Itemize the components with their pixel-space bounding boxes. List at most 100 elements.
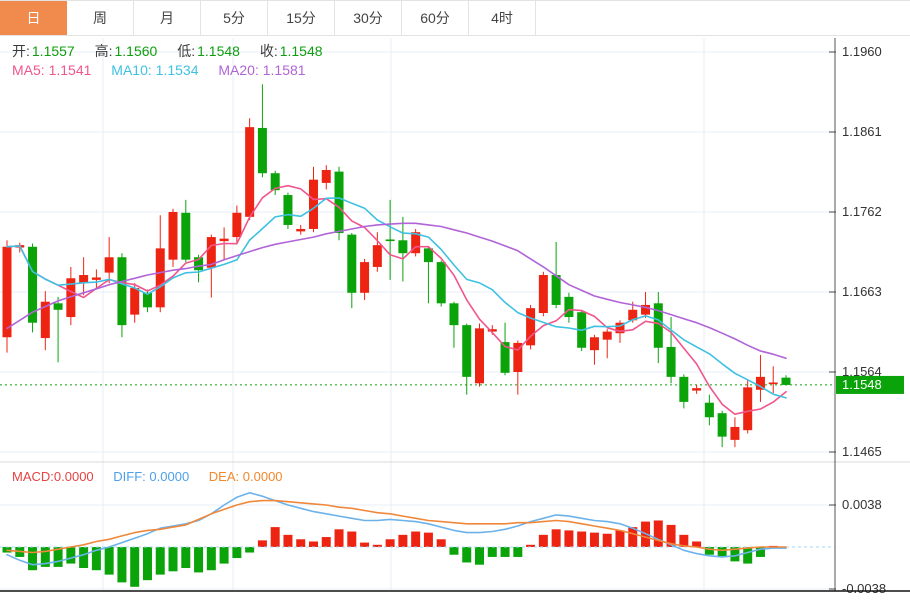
macd-bar (615, 530, 624, 547)
candle-body (462, 325, 471, 377)
tab-4hour[interactable]: 4时 (469, 1, 536, 35)
macd-bar (590, 533, 599, 547)
price-tick-label: 1.1762 (842, 204, 882, 219)
macd-bar (117, 547, 126, 582)
macd-bar (335, 529, 344, 547)
candle-body (564, 297, 573, 317)
macd-bar (411, 532, 420, 547)
candle-body (437, 262, 446, 303)
macd-bar (513, 547, 522, 557)
macd-bar (105, 547, 114, 575)
candle-body (552, 275, 561, 305)
candle-body (782, 378, 791, 385)
tab-60min[interactable]: 60分 (402, 1, 469, 35)
tab-day[interactable]: 日 (0, 1, 67, 35)
macd-bar (220, 547, 229, 564)
candle-body (769, 383, 778, 385)
candle-body (590, 337, 599, 350)
macd-bar (194, 547, 203, 572)
candle-body (220, 239, 229, 241)
candle-body (296, 229, 305, 231)
macd-bar (296, 539, 305, 547)
candle-body (692, 388, 701, 390)
tab-15min[interactable]: 15分 (268, 1, 335, 35)
candle-body (105, 257, 114, 272)
macd-bar (66, 547, 75, 564)
tab-5min[interactable]: 5分 (201, 1, 268, 35)
macd-bar (143, 547, 152, 580)
candlestick-chart-canvas[interactable]: 1.19601.18611.17621.16631.15641.14650.00… (0, 36, 910, 600)
candle-body (373, 245, 382, 267)
candle-body (539, 275, 548, 313)
macd-bar (28, 547, 37, 570)
candle-body (181, 213, 190, 260)
candle-body (322, 170, 331, 183)
current-price-badge-label: 1.1548 (842, 377, 882, 392)
macd-tick-label: 0.0038 (842, 497, 882, 512)
candle-body (283, 195, 292, 225)
candle-body (3, 247, 12, 338)
macd-bar (130, 547, 139, 587)
candle-body (679, 377, 688, 402)
candle-body (232, 213, 241, 237)
candle-body (386, 239, 395, 241)
macd-bar (386, 539, 395, 547)
candle-body (730, 427, 739, 440)
macd-bar (169, 547, 178, 571)
candle-body (743, 387, 752, 430)
macd-tick-label: -0.0038 (842, 581, 886, 596)
macd-bar (437, 539, 446, 547)
macd-bar (245, 547, 254, 553)
candle-body (54, 303, 63, 309)
macd-bar (347, 532, 356, 547)
price-tick-label: 1.1861 (842, 124, 882, 139)
macd-bar (283, 535, 292, 547)
macd-histogram-layer (3, 520, 778, 586)
macd-bar (718, 547, 727, 557)
macd-bar (603, 534, 612, 547)
tab-month[interactable]: 月 (134, 1, 201, 35)
candle-body (335, 172, 344, 233)
interval-tabbar: 日 周 月 5分 15分 30分 60分 4时 (0, 0, 910, 36)
macd-bar (577, 532, 586, 547)
macd-bar (181, 547, 190, 568)
candle-body (309, 180, 318, 229)
candle-body (130, 288, 139, 315)
kline-app: 日 周 月 5分 15分 30分 60分 4时 1.1960 1.1861 1.17… (0, 0, 910, 600)
candle-body (92, 277, 101, 279)
macd-bar (488, 547, 497, 557)
candle-body (156, 248, 165, 307)
candle-body (475, 328, 484, 383)
candle-body (360, 262, 369, 293)
macd-bar (271, 527, 280, 547)
macd-bar (309, 541, 318, 547)
macd-bar (398, 535, 407, 547)
macd-bar (743, 547, 752, 564)
price-tick-label: 1.1960 (842, 44, 882, 59)
candle-body (245, 127, 254, 217)
candle-body (718, 413, 727, 436)
tab-week[interactable]: 周 (67, 1, 134, 35)
macd-bar (232, 547, 241, 558)
macd-bar (424, 533, 433, 547)
macd-bar (322, 537, 331, 547)
chart-stage: 1.19601.18611.17621.16631.15641.14650.00… (0, 36, 910, 600)
macd-bar (360, 543, 369, 547)
candle-body (347, 235, 356, 293)
macd-bar (462, 547, 471, 562)
tab-30min[interactable]: 30分 (335, 1, 402, 35)
candle-body (117, 257, 126, 325)
candle-body (603, 332, 612, 340)
candle-body (169, 212, 178, 260)
candle-body (667, 347, 676, 377)
macd-bar (552, 529, 561, 547)
macd-bar (539, 535, 548, 547)
macd-bar (654, 520, 663, 547)
price-tick-label: 1.1663 (842, 284, 882, 299)
macd-bar (207, 547, 216, 570)
macd-bar (501, 547, 510, 557)
macd-bar (449, 547, 458, 555)
candles-layer (3, 84, 791, 447)
macd-bar (79, 547, 88, 568)
candle-body (705, 403, 714, 418)
